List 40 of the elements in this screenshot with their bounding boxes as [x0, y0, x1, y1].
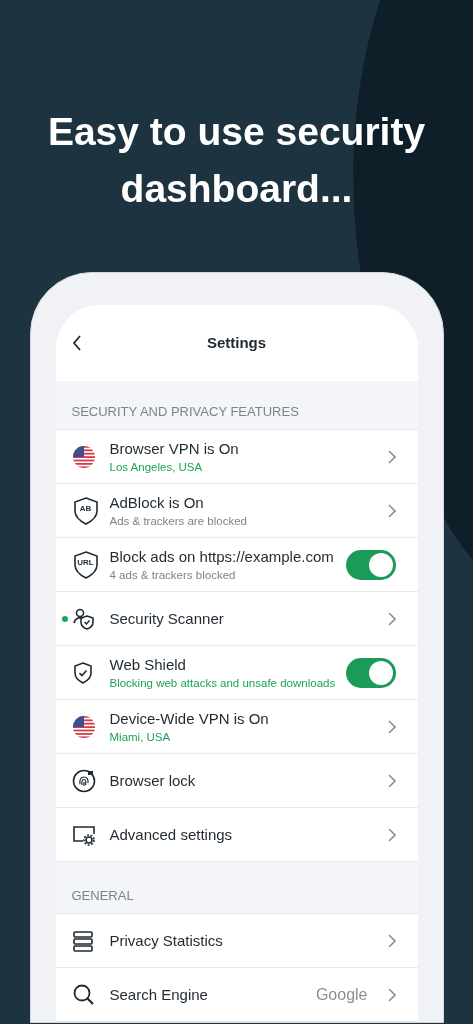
chevron-right-icon [387, 773, 396, 788]
row-subtitle: Los Angeles, USA [109, 459, 204, 475]
toggle-switch[interactable] [345, 549, 396, 580]
row-value: Google [315, 984, 368, 1005]
stack-icon [71, 928, 94, 953]
person-shield-icon [71, 606, 96, 631]
chevron-right-icon [387, 933, 396, 948]
row-title: Advanced settings [109, 824, 234, 845]
chevron-right-icon [387, 987, 396, 1002]
row-title: AdBlock is On [109, 492, 205, 513]
row-title: Block ads on https://example.com [109, 546, 335, 567]
section-heading: GENERAL [71, 886, 134, 905]
icon-label: AB [79, 505, 92, 513]
chevron-right-icon [387, 611, 396, 626]
row-title: Browser VPN is On [109, 438, 240, 459]
row-subtitle: Ads & trackers are blocked [109, 513, 248, 529]
chevron-right-icon [387, 503, 396, 518]
toggle-switch[interactable] [345, 657, 396, 688]
section-heading: SECURITY AND PRIVACY FEATURES [71, 402, 299, 421]
row-title: Browser lock [109, 770, 197, 791]
row-title: Web Shield [109, 654, 187, 675]
shield-check-icon [71, 660, 94, 685]
flag-icon [71, 444, 96, 469]
chevron-right-icon [387, 719, 396, 734]
row-title: Device-Wide VPN is On [109, 708, 270, 729]
flag-icon [71, 714, 96, 739]
icon-label: URL [77, 559, 94, 567]
row-title: Privacy Statistics [109, 930, 224, 951]
row-title: Search Engine [109, 984, 209, 1005]
chevron-right-icon [387, 827, 396, 842]
back-icon[interactable] [71, 335, 82, 351]
row-subtitle: Miami, USA [109, 729, 172, 745]
chevron-right-icon [387, 449, 396, 464]
search-icon [71, 982, 96, 1007]
row-title: Security Scanner [109, 608, 225, 629]
row-subtitle: Blocking web attacks and unsafe downloads [109, 675, 337, 691]
screen-title: Settings [206, 332, 267, 353]
fingerprint-lock-icon [71, 768, 96, 793]
row-subtitle: 4 ads & trackers blocked [109, 567, 237, 583]
headline: Easy to use security dashboard... [46, 109, 427, 212]
